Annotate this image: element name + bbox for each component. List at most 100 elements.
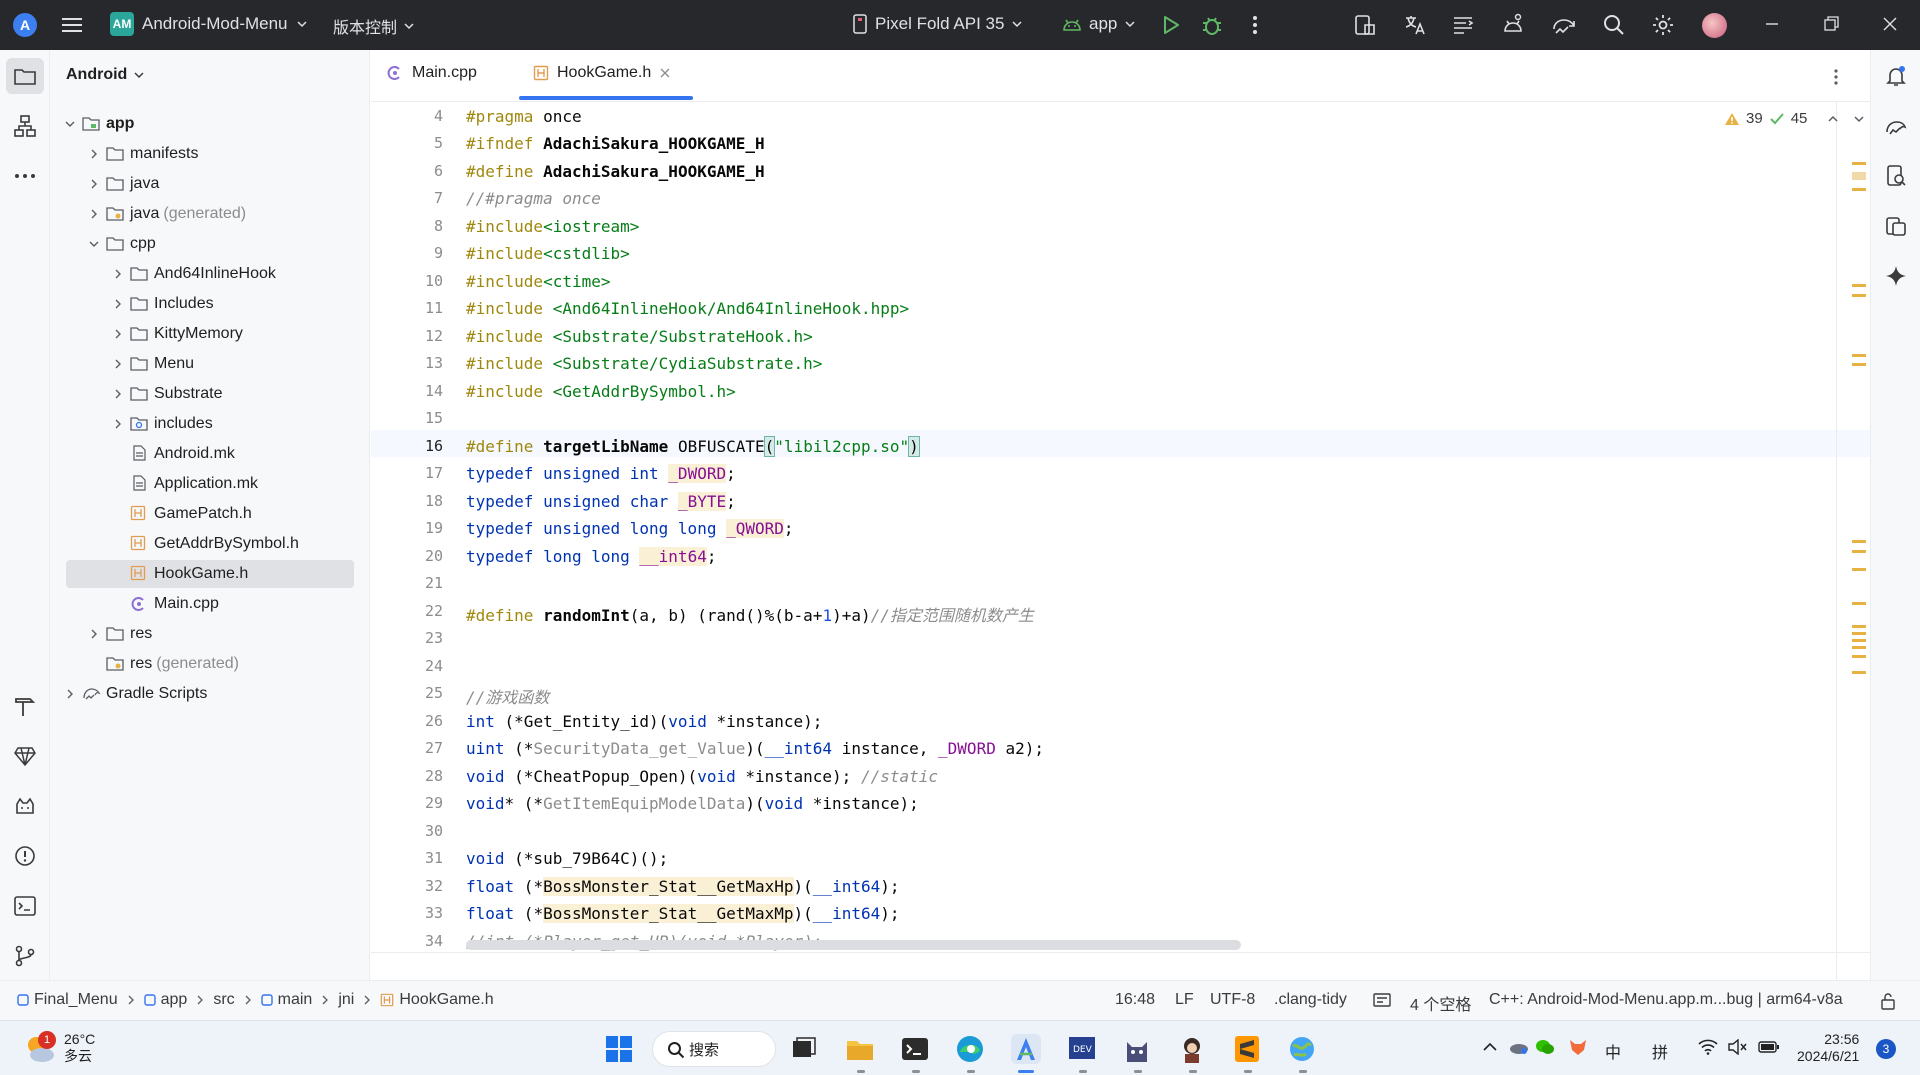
ime-mode[interactable]: 拼 — [1652, 1039, 1668, 1063]
chevron-right-icon[interactable] — [86, 206, 102, 222]
android-studio-logo[interactable]: A — [13, 13, 37, 37]
chevron-right-icon[interactable] — [86, 146, 102, 162]
project-view-selector[interactable]: Android — [66, 66, 145, 84]
fox-app-icon[interactable] — [1568, 1038, 1588, 1056]
error-stripe-mark[interactable] — [1852, 602, 1866, 605]
code-line[interactable]: typedef unsigned int _DWORD; — [466, 464, 736, 483]
chevron-down-icon[interactable] — [1849, 113, 1869, 125]
code-line[interactable]: void* (*GetItemEquipModelData)(void *ins… — [466, 794, 919, 813]
sync-gradle-icon[interactable] — [1551, 13, 1575, 37]
tree-item[interactable]: GamePatch.h — [50, 500, 370, 528]
tab-hookgame-h[interactable]: HookGame.h — [533, 64, 671, 82]
tree-item[interactable]: Includes — [50, 290, 370, 318]
app-inspection-icon[interactable] — [1501, 13, 1525, 37]
main-menu-icon[interactable] — [61, 15, 83, 35]
tree-item[interactable]: KittyMemory — [50, 320, 370, 348]
tree-item[interactable]: Gradle Scripts — [50, 680, 370, 708]
settings-gear-icon[interactable] — [1651, 13, 1675, 37]
error-stripe-mark[interactable] — [1852, 639, 1866, 642]
tree-item[interactable]: java — [50, 170, 370, 198]
line-number[interactable]: 34 — [383, 932, 443, 950]
project-folder-icon[interactable] — [13, 64, 37, 88]
line-number[interactable]: 13 — [383, 354, 443, 372]
tree-item[interactable]: GetAddrBySymbol.h — [50, 530, 370, 558]
chevron-right-icon[interactable] — [110, 356, 126, 372]
code-line[interactable]: #pragma once — [466, 107, 582, 126]
error-stripe-mark[interactable] — [1852, 363, 1866, 366]
code-line[interactable]: #include <Substrate/CydiaSubstrate.h> — [466, 354, 822, 373]
breadcrumb-item[interactable]: src — [213, 991, 234, 1009]
start-windows-icon[interactable] — [604, 1034, 634, 1064]
line-number[interactable]: 32 — [383, 877, 443, 895]
error-stripe-mark[interactable] — [1852, 655, 1866, 658]
chevron-right-icon[interactable] — [110, 326, 126, 342]
line-number[interactable]: 30 — [383, 822, 443, 840]
error-stripe-mark[interactable] — [1852, 162, 1866, 165]
code-line-current[interactable]: #define targetLibName OBFUSCATE("libil2c… — [466, 436, 920, 457]
code-line[interactable]: #ifndef AdachiSakura_HOOKGAME_H — [466, 134, 765, 153]
more-vertical-icon[interactable] — [1243, 13, 1267, 37]
battery-icon[interactable] — [1758, 1039, 1780, 1055]
device-file-explorer-icon[interactable] — [1884, 164, 1908, 188]
line-number[interactable]: 5 — [383, 134, 443, 152]
chevron-right-icon[interactable] — [86, 626, 102, 642]
error-stripe-mark[interactable] — [1852, 172, 1866, 180]
error-stripe-mark[interactable] — [1852, 550, 1866, 553]
chevron-right-icon[interactable] — [62, 686, 78, 702]
weather-icon[interactable]: 1 — [22, 1031, 56, 1063]
code-line[interactable]: typedef unsigned long long _QWORD; — [466, 519, 794, 538]
tree-item[interactable]: Menu — [50, 350, 370, 378]
task-view-icon[interactable] — [789, 1034, 819, 1064]
code-line[interactable]: #include<cstdlib> — [466, 244, 630, 263]
line-number[interactable]: 23 — [383, 629, 443, 647]
tab-actions-more-icon[interactable] — [1833, 68, 1839, 86]
line-number[interactable]: 21 — [383, 574, 443, 592]
run-config-selector[interactable]: app — [1062, 14, 1136, 34]
breadcrumb-item[interactable]: main — [260, 991, 312, 1009]
error-stripe-mark[interactable] — [1852, 354, 1866, 357]
chevron-down-icon[interactable] — [62, 116, 78, 132]
code-line[interactable]: void (*sub_79B64C)(); — [466, 849, 668, 868]
file-encoding[interactable]: UTF-8 — [1210, 991, 1255, 1009]
readonly-toggle-icon[interactable] — [1373, 992, 1391, 1008]
more-tools-icon[interactable] — [13, 164, 37, 188]
line-number[interactable]: 4 — [383, 107, 443, 125]
profiler-icon[interactable] — [1451, 13, 1475, 37]
code-line[interactable]: //#pragma once — [466, 189, 601, 208]
wechat-icon[interactable] — [1535, 1038, 1555, 1056]
character-app-icon[interactable] — [1177, 1034, 1207, 1064]
chevron-right-icon[interactable] — [86, 176, 102, 192]
lock-icon[interactable] — [1880, 992, 1896, 1010]
breadcrumb-item[interactable]: HookGame.h — [380, 991, 494, 1009]
tree-item[interactable]: includes — [50, 410, 370, 438]
project-selector[interactable]: AM Android-Mod-Menu — [110, 12, 308, 36]
error-stripe-mark[interactable] — [1852, 540, 1866, 543]
run-icon[interactable] — [1158, 13, 1182, 37]
error-stripe-mark[interactable] — [1852, 671, 1866, 674]
ime-lang[interactable]: 中 — [1605, 1039, 1621, 1063]
sublime-text-icon[interactable] — [1232, 1034, 1262, 1064]
weather-widget[interactable]: 26°C 多云 — [64, 1031, 95, 1065]
edge-browser-icon[interactable] — [955, 1034, 985, 1064]
line-number[interactable]: 16 — [383, 437, 443, 455]
inspection-widget[interactable]: 39 45 — [1724, 110, 1869, 127]
logcat-icon[interactable] — [13, 794, 37, 818]
error-stripe-mark[interactable] — [1852, 632, 1866, 635]
error-stripe-mark[interactable] — [1852, 646, 1866, 649]
device-selector[interactable]: Pixel Fold API 35 — [852, 14, 1023, 34]
code-line[interactable]: #include <Substrate/SubstrateHook.h> — [466, 327, 813, 346]
chevron-right-icon[interactable] — [110, 416, 126, 432]
line-number[interactable]: 26 — [383, 712, 443, 730]
build-hammer-icon[interactable] — [13, 694, 37, 718]
line-number[interactable]: 15 — [383, 409, 443, 427]
tree-item[interactable]: res (generated) — [50, 650, 370, 678]
code-line[interactable]: #include<ctime> — [466, 272, 611, 291]
terminal-icon[interactable] — [13, 894, 37, 918]
breadcrumb-item[interactable]: app — [143, 991, 187, 1009]
caret-position[interactable]: 16:48 — [1115, 991, 1155, 1009]
chevron-right-icon[interactable] — [110, 296, 126, 312]
line-number[interactable]: 33 — [383, 904, 443, 922]
volume-muted-icon[interactable] — [1727, 1039, 1747, 1055]
tree-item[interactable]: app — [50, 110, 370, 138]
tray-expand-icon[interactable] — [1482, 1041, 1498, 1053]
